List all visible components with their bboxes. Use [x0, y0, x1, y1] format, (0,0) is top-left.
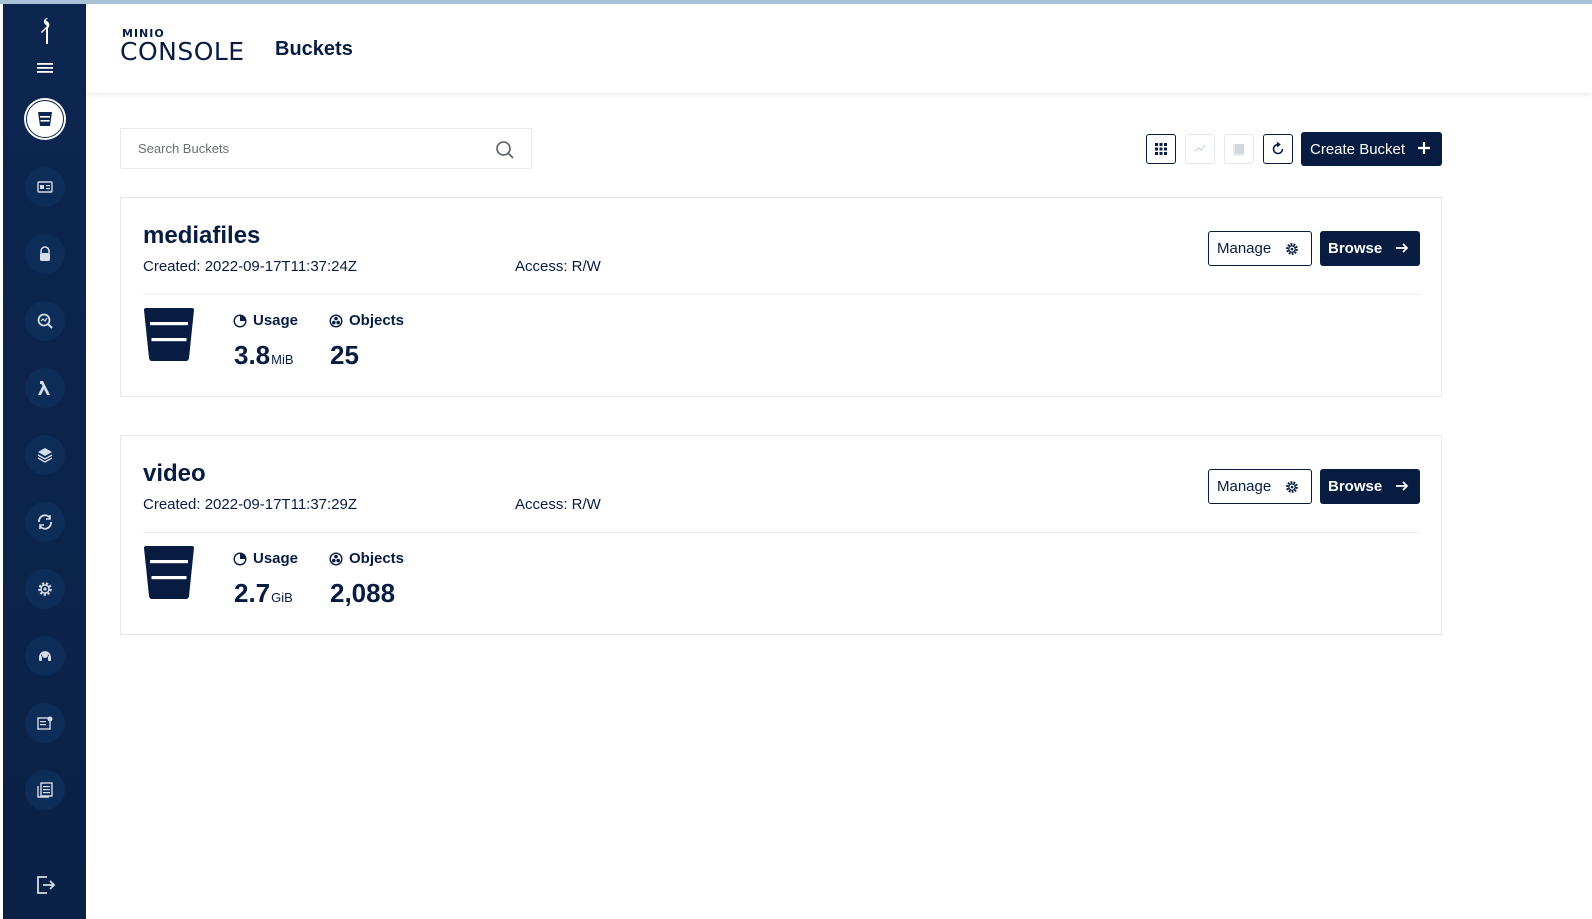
monitoring-icon: [37, 313, 53, 329]
create-bucket-button[interactable]: Create Bucket: [1301, 132, 1442, 166]
sidebar-item-monitoring[interactable]: [25, 301, 65, 341]
bucket-icon: [144, 546, 194, 599]
usage-label: Usage: [233, 550, 298, 567]
page-title: Buckets: [275, 38, 353, 60]
bucket-icon: [144, 308, 194, 361]
bucket-name[interactable]: video: [143, 460, 206, 488]
sidebar-item-settings[interactable]: [25, 569, 65, 609]
set-lifecycle-button[interactable]: [1224, 134, 1254, 164]
sidebar-item-identity[interactable]: [25, 167, 65, 207]
usage-unit: GiB: [271, 590, 293, 605]
manage-button[interactable]: Manage: [1208, 231, 1312, 266]
search-box: [120, 128, 532, 169]
objects-label: Objects: [329, 550, 404, 567]
manage-label: Manage: [1217, 478, 1272, 495]
sidebar-item-documentation[interactable]: [25, 770, 65, 810]
replication-icon: [1194, 144, 1206, 152]
page-header: MINIO CONSOLE Buckets: [86, 4, 1592, 94]
usage-value: 3.8MiB: [234, 340, 294, 370]
bucket-access: Access: R/W: [515, 496, 601, 513]
objects-value: 25: [330, 340, 359, 370]
bucket-card: mediafiles Created: 2022-09-17T11:37:24Z…: [120, 197, 1442, 397]
usage-value: 2.7GiB: [234, 578, 293, 608]
usage-label: Usage: [233, 312, 298, 329]
brand-logo-console: CONSOLE: [120, 37, 245, 66]
objects-value: 2,088: [330, 578, 396, 608]
search-input[interactable]: [121, 129, 481, 168]
search-icon[interactable]: [495, 140, 515, 160]
usage-unit: MiB: [271, 352, 294, 367]
lock-icon: [40, 246, 50, 261]
settings-icon: [38, 582, 52, 596]
set-replication-button[interactable]: [1185, 134, 1215, 164]
objects-label: Objects: [329, 312, 404, 329]
grid-icon: [1155, 143, 1167, 155]
bucket-created: Created: 2022-09-17T11:37:24Z: [143, 258, 358, 275]
lambda-icon: [38, 381, 50, 395]
create-bucket-label: Create Bucket: [1310, 140, 1406, 158]
pie-chart-icon: [233, 551, 247, 566]
objects-icon: [329, 551, 343, 566]
sidebar-item-support[interactable]: [25, 636, 65, 676]
replication-icon: [38, 514, 52, 530]
card-divider: [143, 532, 1420, 533]
arrow-right-icon: [1396, 481, 1409, 491]
card-divider: [143, 294, 1420, 295]
bucket-created: Created: 2022-09-17T11:37:29Z: [143, 496, 358, 513]
documentation-icon: [37, 782, 53, 798]
support-icon: [39, 651, 51, 661]
browse-label: Browse: [1328, 478, 1383, 495]
sidebar-item-events[interactable]: [25, 368, 65, 408]
objects-icon: [329, 313, 343, 328]
plus-icon: [1418, 142, 1430, 154]
sidebar: [3, 4, 86, 919]
sidebar-item-access[interactable]: [25, 234, 65, 274]
manage-button[interactable]: Manage: [1208, 469, 1312, 504]
sidebar-item-license[interactable]: [25, 703, 65, 743]
identity-card-icon: [37, 181, 53, 193]
lifecycle-icon: [1233, 144, 1244, 156]
browse-button[interactable]: Browse: [1320, 469, 1420, 504]
manage-label: Manage: [1217, 240, 1272, 257]
browse-label: Browse: [1328, 240, 1383, 257]
bucket-access: Access: R/W: [515, 258, 601, 275]
minio-logo-icon[interactable]: [35, 16, 55, 46]
bucket-icon: [38, 112, 52, 126]
browse-button[interactable]: Browse: [1320, 231, 1420, 266]
tiers-icon: [37, 448, 53, 463]
refresh-button[interactable]: [1263, 134, 1293, 164]
gear-icon: [1286, 481, 1298, 493]
menu-icon[interactable]: [34, 60, 56, 76]
sidebar-item-buckets[interactable]: [26, 100, 64, 138]
logout-icon[interactable]: [35, 874, 57, 896]
pie-chart-icon: [233, 313, 247, 328]
arrow-right-icon: [1396, 243, 1409, 253]
sidebar-item-replication[interactable]: [25, 502, 65, 542]
select-multiple-button[interactable]: [1146, 134, 1176, 164]
bucket-name[interactable]: mediafiles: [143, 222, 260, 250]
refresh-icon: [1272, 141, 1284, 155]
license-icon: [37, 716, 53, 730]
gear-icon: [1286, 243, 1298, 255]
sidebar-item-tiers[interactable]: [25, 435, 65, 475]
bucket-card: video Created: 2022-09-17T11:37:29Z Acce…: [120, 435, 1442, 635]
